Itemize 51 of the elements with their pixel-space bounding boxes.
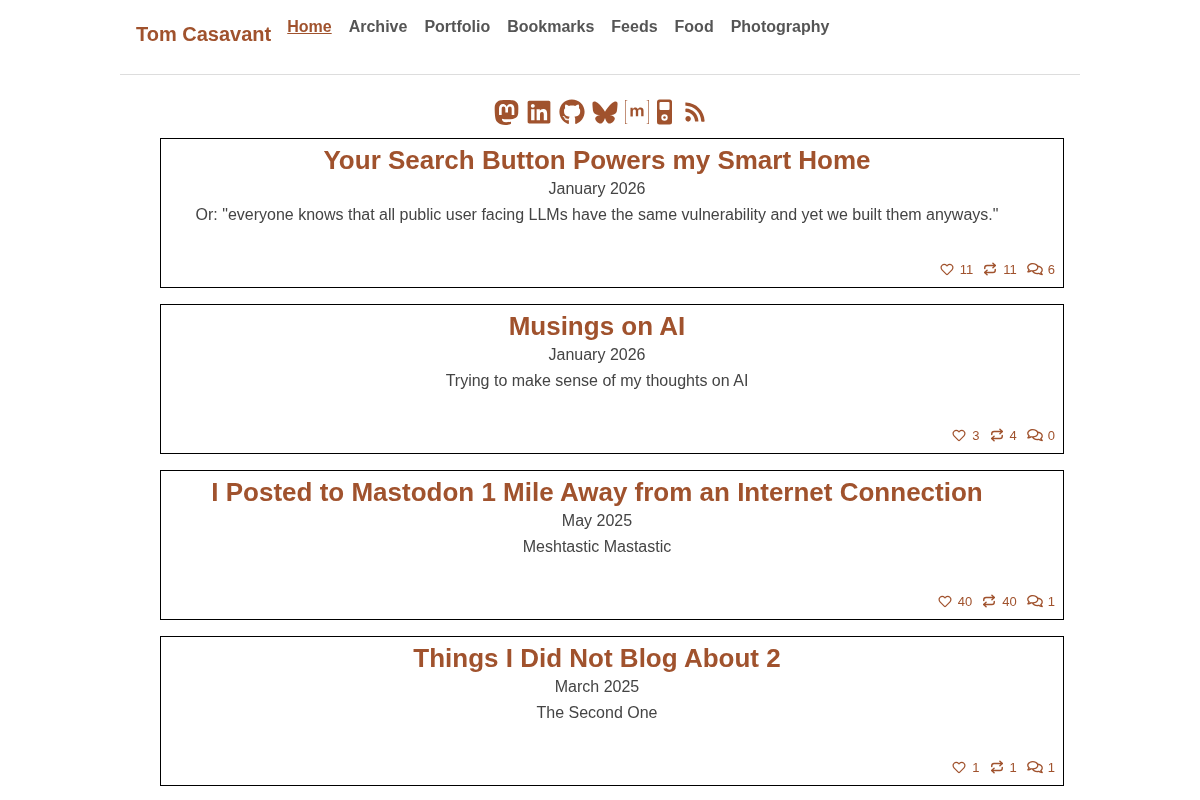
comments-icon [1026,594,1043,609]
nav-link[interactable]: Home [287,17,332,37]
repeat-icon [989,428,1004,443]
heart-icon [952,760,967,774]
repeat-icon [982,594,997,609]
music-player-icon[interactable] [656,99,673,125]
like-count: 1 [972,758,980,777]
comments-icon [1026,262,1043,277]
nav-link[interactable]: Photography [730,17,830,37]
boost-count: 40 [1002,592,1017,611]
post-title[interactable]: Your Search Button Powers my Smart Home [323,144,871,176]
heart-icon [937,594,952,608]
post-date: January 2026 [548,179,646,199]
heart-icon [939,262,954,276]
comments-icon [1026,428,1043,443]
rss-icon[interactable] [684,101,706,123]
linkedin-icon[interactable] [526,99,552,125]
repeat-icon [989,760,1004,775]
nav-link[interactable]: Food [674,17,714,37]
nav-link[interactable]: Archive [348,17,408,37]
repeat-icon [983,262,998,277]
post-summary: Meshtastic Mastastic [522,537,672,557]
heart-icon [952,428,967,442]
post-date: May 2025 [561,511,633,531]
matrix-icon[interactable] [625,100,649,124]
butterfly-icon[interactable] [592,100,618,124]
post-title[interactable]: I Posted to Mastodon 1 Mile Away from an Internet Connection [211,476,983,508]
post-date: January 2026 [548,345,646,365]
post-title[interactable]: Musings on AI [508,310,686,342]
reply-count: 1 [1047,592,1055,611]
post-summary: Trying to make sense of my thoughts on AI [445,371,749,391]
reply-count: 0 [1047,426,1055,445]
github-icon[interactable] [559,99,585,125]
like-count: 3 [972,426,980,445]
post-date: March 2025 [554,677,640,697]
reply-count: 6 [1047,260,1055,279]
reply-count: 1 [1047,758,1055,777]
post-summary: Or: "everyone knows that all public user facing LLMs have the same vulnerability and yet we built them anyways." [195,205,999,225]
like-count: 11 [959,260,974,279]
comments-icon [1026,760,1043,775]
nav-link[interactable]: Portfolio [424,17,491,37]
boost-count: 4 [1009,426,1017,445]
boost-count: 1 [1009,758,1017,777]
like-count: 40 [957,592,973,611]
site-title[interactable]: Tom Casavant [136,22,272,46]
nav-link[interactable]: Feeds [611,17,658,37]
boost-count: 11 [1003,260,1017,279]
nav-link[interactable]: Bookmarks [507,17,595,37]
mastodon-icon[interactable] [494,99,519,125]
post-summary: The Second One [536,703,658,723]
post-title[interactable]: Things I Did Not Blog About 2 [413,642,781,674]
